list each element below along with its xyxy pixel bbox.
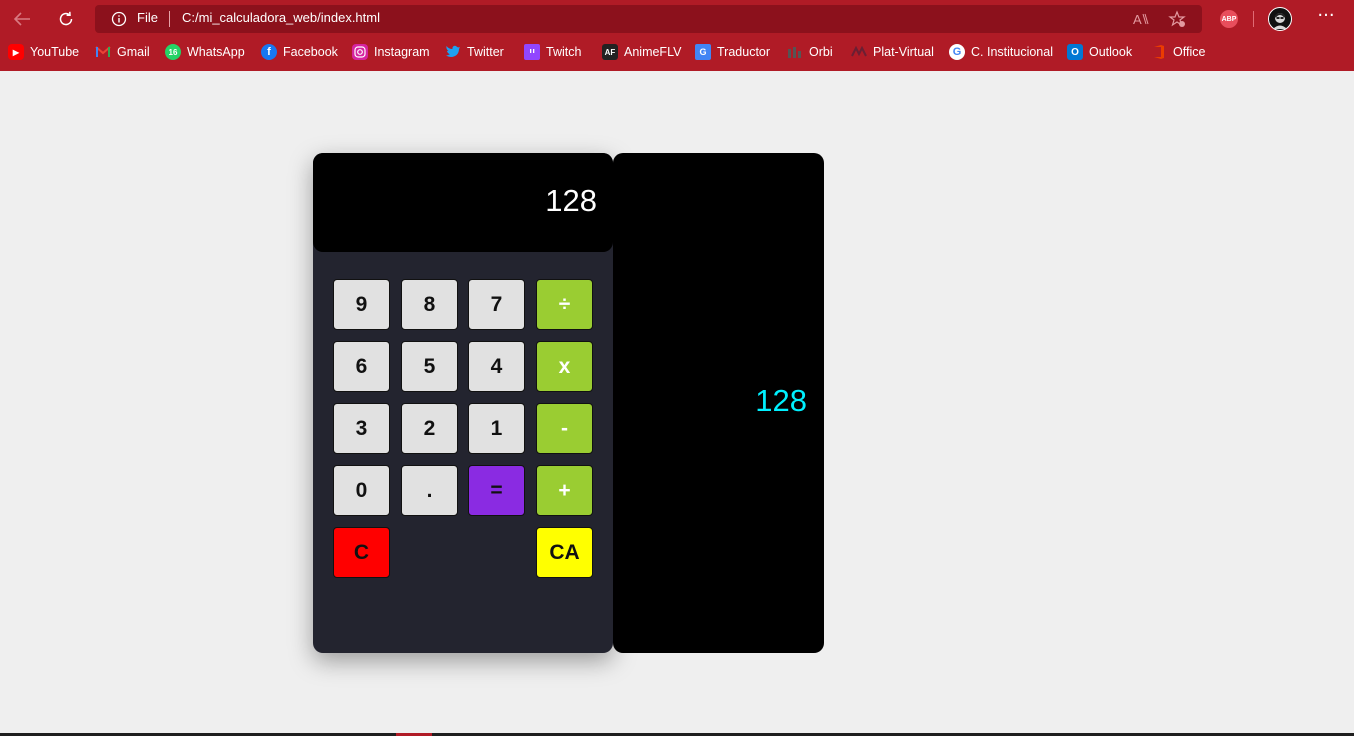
divide-button[interactable]: ÷: [536, 279, 593, 330]
bookmark-label: C. Institucional: [971, 45, 1053, 59]
subtract-button[interactable]: -: [536, 403, 593, 454]
multiply-button[interactable]: x: [536, 341, 593, 392]
profile-avatar[interactable]: [1268, 7, 1292, 31]
outlook-icon: O: [1067, 44, 1083, 60]
address-scheme: File: [137, 10, 158, 25]
gmail-icon: [95, 44, 111, 60]
bookmark-traductor[interactable]: G Traductor: [695, 43, 770, 61]
calculator-display: 128: [313, 153, 613, 252]
bookmark-youtube[interactable]: ▶ YouTube: [8, 43, 79, 61]
facebook-icon: f: [261, 44, 277, 60]
decimal-point-button[interactable]: .: [401, 465, 458, 516]
bookmark-label: WhatsApp: [187, 45, 245, 59]
twitter-icon: [445, 44, 461, 60]
bookmark-animeflv[interactable]: AF AnimeFLV: [602, 43, 681, 61]
youtube-icon: ▶: [8, 44, 24, 60]
whatsapp-icon: 16: [165, 44, 181, 60]
back-arrow-icon: [13, 12, 30, 26]
instagram-icon: [352, 44, 368, 60]
bookmark-label: Twitter: [467, 45, 504, 59]
bookmark-label: Orbi: [809, 45, 833, 59]
key-1[interactable]: 1: [468, 403, 525, 454]
bookmark-label: Gmail: [117, 45, 150, 59]
key-4[interactable]: 4: [468, 341, 525, 392]
bookmarks-bar: ▶ YouTube Gmail 16 WhatsApp f Facebook I…: [0, 40, 1354, 64]
bookmark-whatsapp[interactable]: 16 WhatsApp: [165, 43, 245, 61]
address-separator: [169, 11, 170, 27]
key-8[interactable]: 8: [401, 279, 458, 330]
bookmark-twitter[interactable]: Twitter: [445, 43, 504, 61]
key-9[interactable]: 9: [333, 279, 390, 330]
info-icon[interactable]: [111, 11, 127, 27]
history-value: 128: [755, 383, 807, 418]
adblock-plus-icon[interactable]: ABP: [1220, 10, 1238, 28]
clear-all-button[interactable]: CA: [536, 527, 593, 578]
add-button[interactable]: +: [536, 465, 593, 516]
key-0[interactable]: 0: [333, 465, 390, 516]
bookmark-facebook[interactable]: f Facebook: [261, 43, 338, 61]
key-7[interactable]: 7: [468, 279, 525, 330]
toolbar-divider: [1253, 11, 1254, 27]
plat-virtual-icon: [851, 44, 867, 60]
key-6[interactable]: 6: [333, 341, 390, 392]
key-3[interactable]: 3: [333, 403, 390, 454]
bookmark-orbi[interactable]: Orbi: [787, 43, 833, 61]
twitch-icon: [524, 44, 540, 60]
bookmark-label: Instagram: [374, 45, 430, 59]
avatar-face-icon: [1273, 13, 1287, 29]
orbi-icon: [787, 44, 803, 60]
history-panel: 128: [613, 153, 824, 653]
browser-chrome: File C:/mi_calculadora_web/index.html A …: [0, 0, 1354, 71]
browser-toolbar: File C:/mi_calculadora_web/index.html A …: [0, 0, 1354, 37]
display-value: 128: [545, 183, 597, 218]
more-menu-button[interactable]: ···: [1312, 7, 1340, 28]
bookmark-office[interactable]: Office: [1151, 43, 1205, 61]
bookmark-label: Twitch: [546, 45, 582, 59]
calculator-panel: 128 9 8 7 ÷ 6 5 4 x 3 2 1 - 0 . = + C CA: [313, 153, 613, 653]
bookmark-c-institucional[interactable]: G C. Institucional: [949, 43, 1053, 61]
animeflv-icon: AF: [602, 44, 618, 60]
translate-icon: G: [695, 44, 711, 60]
add-favorite-icon[interactable]: [1168, 10, 1186, 28]
key-5[interactable]: 5: [401, 341, 458, 392]
bookmark-outlook[interactable]: O Outlook: [1067, 43, 1132, 61]
bookmark-instagram[interactable]: Instagram: [352, 43, 430, 61]
bookmark-label: Outlook: [1089, 45, 1133, 59]
address-bar[interactable]: File C:/mi_calculadora_web/index.html A: [95, 5, 1202, 33]
equals-button[interactable]: =: [468, 465, 525, 516]
address-url[interactable]: C:/mi_calculadora_web/index.html: [182, 10, 380, 25]
bookmark-label: AnimeFLV: [624, 45, 682, 59]
bookmark-twitch[interactable]: Twitch: [524, 43, 581, 61]
svg-text:A: A: [1133, 12, 1142, 27]
bookmark-gmail[interactable]: Gmail: [95, 43, 150, 61]
refresh-icon: [59, 11, 73, 26]
google-icon: G: [949, 44, 965, 60]
bookmark-plat-virtual[interactable]: Plat-Virtual: [851, 43, 934, 61]
bookmark-label: Plat-Virtual: [873, 45, 934, 59]
read-aloud-icon[interactable]: A: [1132, 10, 1150, 28]
bookmark-label: Office: [1173, 45, 1206, 59]
refresh-button[interactable]: [52, 6, 80, 32]
key-2[interactable]: 2: [401, 403, 458, 454]
bookmark-label: Traductor: [717, 45, 771, 59]
bookmark-label: Facebook: [283, 45, 338, 59]
office-icon: [1151, 44, 1167, 60]
bookmark-label: YouTube: [30, 45, 80, 59]
back-button[interactable]: [8, 6, 36, 32]
clear-button[interactable]: C: [333, 527, 390, 578]
